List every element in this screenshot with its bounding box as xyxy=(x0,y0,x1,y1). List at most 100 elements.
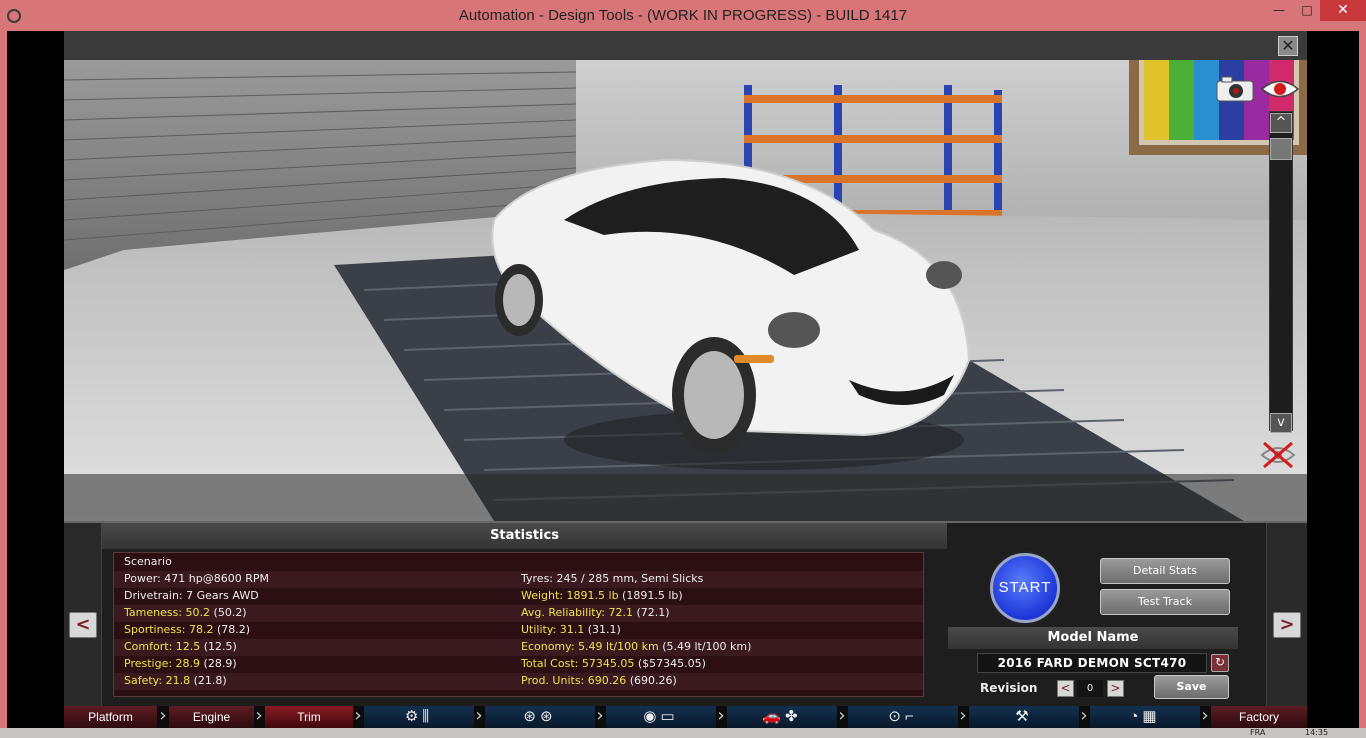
tab-suspension[interactable]: ◉▭ xyxy=(606,706,716,728)
checkered-flag-icon: ◔▦ xyxy=(1129,708,1161,725)
stat-prod-units: Prod. Units: 690.26 (690.26) xyxy=(521,674,677,687)
revision-value: 0 xyxy=(1077,680,1103,697)
tab-gearbox[interactable]: ⚙⫼ xyxy=(364,706,474,728)
stat-total-cost-reference: ($57345.05) xyxy=(634,657,706,670)
hide-ui-icon[interactable] xyxy=(1260,441,1296,469)
gearbox-icon: ⚙⫼ xyxy=(404,708,434,725)
previous-page-button[interactable]: < xyxy=(69,612,97,638)
stat-prod-units-value: Prod. Units: 690.26 xyxy=(521,674,627,687)
viewport-bottom-shade xyxy=(64,474,1307,521)
tab-separator-icon: › xyxy=(475,705,483,726)
tab-separator-icon: › xyxy=(959,705,967,726)
start-button[interactable]: START xyxy=(990,553,1060,623)
tab-separator-icon: › xyxy=(1201,705,1209,726)
stat-comfort: Comfort: 12.5 (12.5) xyxy=(124,640,237,653)
revision-label: Revision xyxy=(980,681,1038,695)
tab-separator-icon: › xyxy=(596,705,604,726)
save-button[interactable]: Save xyxy=(1154,675,1229,699)
stat-safety: Safety: 21.8 (21.8) xyxy=(124,674,227,687)
viewport-topbar xyxy=(64,31,1307,60)
stat-prestige: Prestige: 28.9 (28.9) xyxy=(124,657,237,670)
zoom-scroll-thumb[interactable] xyxy=(1270,138,1292,160)
tab-separator-icon: › xyxy=(838,705,846,726)
steering-wheel-icon: ⊙⌐ xyxy=(888,708,918,725)
tab-wheels[interactable]: ⊛⊛ xyxy=(485,706,595,728)
stats-row: Sportiness: 78.2 (78.2) Utility: 31.1 (3… xyxy=(114,622,923,639)
stat-comfort-value: Comfort: 12.5 xyxy=(124,640,201,653)
stat-utility-reference: (31.1) xyxy=(584,623,621,636)
revision-decrement-button[interactable]: < xyxy=(1057,680,1074,697)
stat-tameness-reference: (50.2) xyxy=(210,606,247,619)
model-name-input[interactable]: 2016 FARD DEMON SCT470 xyxy=(977,653,1207,673)
detail-stats-button[interactable]: Detail Stats xyxy=(1100,558,1230,584)
eye-icon[interactable] xyxy=(1260,76,1300,102)
stat-prestige-reference: (28.9) xyxy=(200,657,237,670)
tab-interior[interactable]: ⊙⌐ xyxy=(848,706,958,728)
tab-tuning[interactable]: ⚒ xyxy=(969,706,1079,728)
stats-row: Scenario xyxy=(114,554,923,571)
stats-row: Power: 471 hp@8600 RPM Tyres: 245 / 285 … xyxy=(114,571,923,588)
stat-sportiness: Sportiness: 78.2 (78.2) xyxy=(124,623,250,636)
wheels-icon: ⊛⊛ xyxy=(523,708,557,725)
car-viewport[interactable]: ✕ ^ v xyxy=(64,31,1307,521)
tab-separator-icon: › xyxy=(255,705,263,726)
stat-tameness: Tameness: 50.2 (50.2) xyxy=(124,606,247,619)
tab-separator-icon: › xyxy=(717,705,725,726)
stat-total-cost: Total Cost: 57345.05 ($57345.05) xyxy=(521,657,706,670)
tab-factory[interactable]: Factory xyxy=(1211,706,1307,728)
minimize-button[interactable]: — xyxy=(1266,0,1292,21)
statistics-table: Scenario Power: 471 hp@8600 RPM Tyres: 2… xyxy=(113,552,924,697)
suspension-icon: ◉▭ xyxy=(643,708,679,725)
stat-reliability: Avg. Reliability: 72.1 (72.1) xyxy=(521,606,670,619)
scroll-up-button[interactable]: ^ xyxy=(1270,113,1292,133)
stat-tyres: Tyres: 245 / 285 mm, Semi Slicks xyxy=(521,572,704,585)
stat-drivetrain: Drivetrain: 7 Gears AWD xyxy=(124,589,259,602)
tuning-icon: ⚒ xyxy=(1015,708,1033,725)
stats-row: Prestige: 28.9 (28.9) Total Cost: 57345.… xyxy=(114,656,923,673)
tab-testing[interactable]: ◔▦ xyxy=(1090,706,1200,728)
garage-scene xyxy=(64,60,1307,521)
design-tabs: Platform › Engine › Trim › ⚙⫼ › ⊛⊛ › ◉▭ … xyxy=(64,706,1307,728)
stats-row: Safety: 21.8 (21.8) Prod. Units: 690.26 … xyxy=(114,673,923,690)
tab-separator-icon: › xyxy=(1080,705,1088,726)
stats-row: Tameness: 50.2 (50.2) Avg. Reliability: … xyxy=(114,605,923,622)
stats-row: Drivetrain: 7 Gears AWD Weight: 1891.5 l… xyxy=(114,588,923,605)
stat-comfort-reference: (12.5) xyxy=(200,640,237,653)
car-body-icon: 🚗✤ xyxy=(762,708,802,725)
os-taskbar: FRA 14:35 xyxy=(0,728,1366,738)
stats-row: Comfort: 12.5 (12.5) Economy: 5.49 lt/10… xyxy=(114,639,923,656)
tab-body-aero[interactable]: 🚗✤ xyxy=(727,706,837,728)
tab-separator-icon: › xyxy=(354,705,362,726)
scroll-down-button[interactable]: v xyxy=(1270,413,1292,433)
stat-power: Power: 471 hp@8600 RPM xyxy=(124,572,269,585)
statistics-header: Statistics xyxy=(102,523,947,549)
taskbar-clock[interactable]: 14:35 xyxy=(1305,728,1328,737)
test-track-button[interactable]: Test Track xyxy=(1100,589,1230,615)
tab-engine[interactable]: Engine xyxy=(169,706,254,728)
window-title: Automation - Design Tools - (WORK IN PRO… xyxy=(458,7,908,24)
revision-increment-button[interactable]: > xyxy=(1107,680,1124,697)
camera-icon[interactable] xyxy=(1216,76,1254,102)
stat-prod-units-reference: (690.26) xyxy=(626,674,677,687)
stat-economy-reference: (5.49 lt/100 km) xyxy=(658,640,752,653)
close-overlay-button[interactable]: ✕ xyxy=(1278,36,1298,56)
tab-platform[interactable]: Platform xyxy=(64,706,157,728)
refresh-icon[interactable]: ↻ xyxy=(1211,654,1229,672)
stat-sportiness-value: Sportiness: 78.2 xyxy=(124,623,214,636)
tab-trim[interactable]: Trim xyxy=(265,706,353,728)
stat-prestige-value: Prestige: 28.9 xyxy=(124,657,201,670)
stat-utility-value: Utility: 31.1 xyxy=(521,623,585,636)
window-titlebar: Automation - Design Tools - (WORK IN PRO… xyxy=(0,0,1366,31)
window-frame-right xyxy=(1359,31,1366,738)
next-page-button[interactable]: > xyxy=(1273,612,1301,638)
maximize-button[interactable]: □ xyxy=(1294,0,1320,21)
taskbar-language[interactable]: FRA xyxy=(1250,728,1265,737)
window-frame-left xyxy=(0,31,7,738)
stat-reliability-value: Avg. Reliability: 72.1 xyxy=(521,606,634,619)
close-window-button[interactable]: ✕ xyxy=(1320,0,1366,21)
stat-economy-value: Economy: 5.49 lt/100 km xyxy=(521,640,659,653)
statistics-panel: < > Statistics Scenario Power: 471 hp@86… xyxy=(64,521,1307,706)
stat-weight-value: Weight: 1891.5 lb xyxy=(521,589,619,602)
stat-utility: Utility: 31.1 (31.1) xyxy=(521,623,621,636)
stat-economy: Economy: 5.49 lt/100 km (5.49 lt/100 km) xyxy=(521,640,751,653)
